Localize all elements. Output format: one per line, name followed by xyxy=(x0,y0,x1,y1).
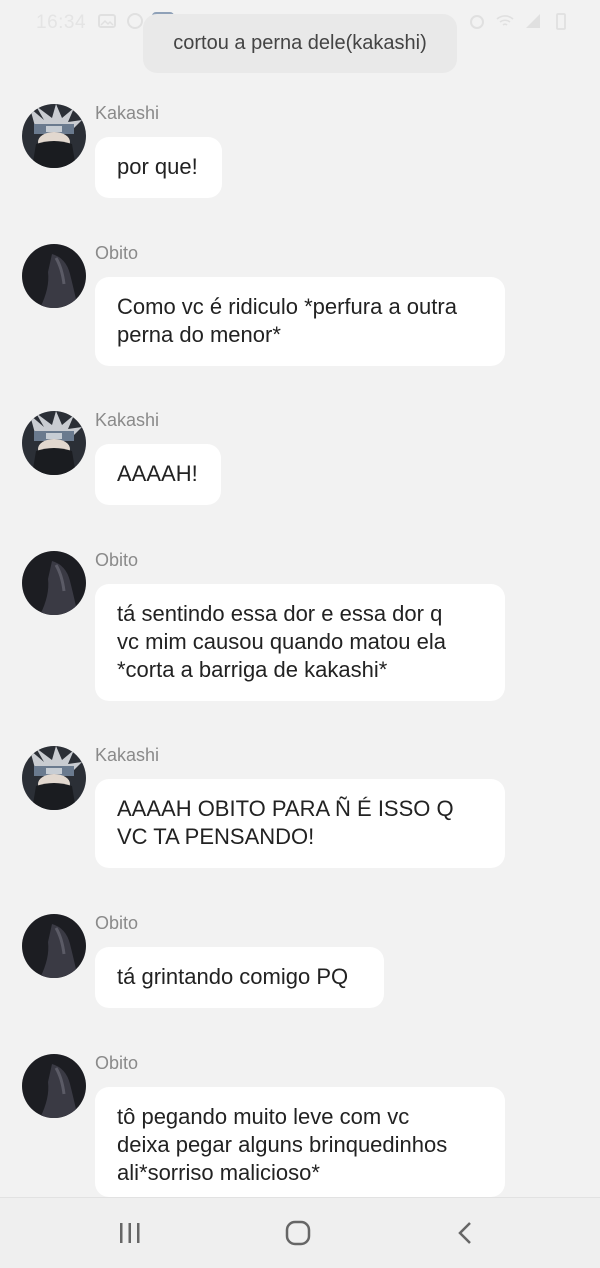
sender-name: Kakashi xyxy=(95,103,160,123)
sender-name: Obito xyxy=(95,550,139,570)
messenger-icon xyxy=(127,13,143,29)
sender-name: Obito xyxy=(95,243,139,263)
message-bubble[interactable]: por que! xyxy=(95,137,222,198)
recents-icon xyxy=(120,1223,140,1243)
home-icon xyxy=(285,1220,311,1246)
kakashi-avatar[interactable] xyxy=(22,746,86,810)
message-bubble[interactable]: tô pegando muito leve com vc deixa pegar… xyxy=(95,1087,505,1197)
back-icon xyxy=(458,1222,471,1244)
gallery-icon xyxy=(98,14,116,28)
navigation-bar xyxy=(0,1197,600,1268)
back-button[interactable] xyxy=(446,1216,486,1250)
alarm-icon xyxy=(470,15,484,29)
sender-name: Kakashi xyxy=(95,410,160,430)
status-time: 16:34 xyxy=(36,12,87,33)
message-bubble[interactable]: Como vc é ridiculo *perfura a outra pern… xyxy=(95,277,505,366)
home-button[interactable] xyxy=(278,1216,318,1250)
signal-icon xyxy=(526,14,540,28)
obito-avatar[interactable] xyxy=(22,1054,86,1118)
recents-button[interactable] xyxy=(110,1216,150,1250)
narration-bubble: cortou a perna dele(kakashi) xyxy=(143,14,457,73)
kakashi-avatar[interactable] xyxy=(22,104,86,168)
wifi-icon xyxy=(496,15,514,26)
obito-avatar[interactable] xyxy=(22,914,86,978)
message-bubble[interactable]: AAAAH OBITO PARA Ñ É ISSO Q VC TA PENSAN… xyxy=(95,779,505,868)
message-bubble[interactable]: tá grintando comigo PQ xyxy=(95,947,384,1008)
message-bubble[interactable]: AAAAH! xyxy=(95,444,221,505)
obito-avatar[interactable] xyxy=(22,244,86,308)
kakashi-avatar[interactable] xyxy=(22,411,86,475)
sender-name: Obito xyxy=(95,913,139,933)
battery-icon xyxy=(556,13,566,30)
sender-name: Obito xyxy=(95,1053,139,1073)
message-bubble[interactable]: tá sentindo essa dor e essa dor q vc mim… xyxy=(95,584,505,701)
sender-name: Kakashi xyxy=(95,745,160,765)
obito-avatar[interactable] xyxy=(22,551,86,615)
